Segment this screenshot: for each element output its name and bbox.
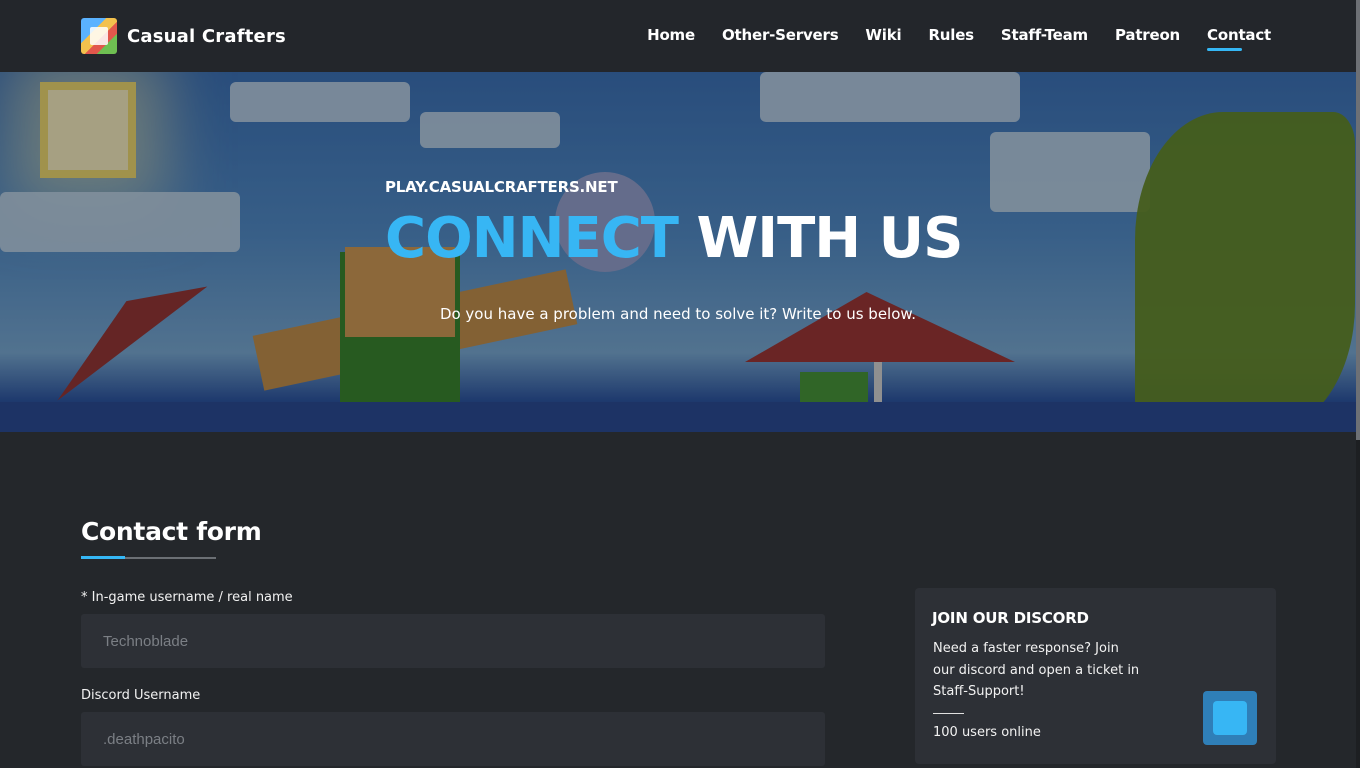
page-scrollbar[interactable] — [1356, 0, 1360, 768]
nav-other-servers[interactable]: Other-Servers — [722, 26, 839, 44]
main-nav: Home Other-Servers Wiki Rules Staff-Team… — [647, 26, 1271, 51]
nav-rules[interactable]: Rules — [928, 26, 974, 44]
discord-text: Need a faster response? Join our discord… — [933, 641, 1140, 699]
hero-title-rest: WITH US — [696, 206, 964, 271]
hero-title-accent: CONNECT — [385, 206, 679, 271]
hero-kicker: PLAY.CASUALCRAFTERS.NET — [385, 178, 618, 196]
nav-wiki[interactable]: Wiki — [865, 26, 901, 44]
brand[interactable]: Casual Crafters — [81, 18, 286, 54]
nav-patreon[interactable]: Patreon — [1115, 26, 1180, 44]
chat-widget-button[interactable] — [1203, 691, 1257, 745]
hero-subtitle: Do you have a problem and need to solve … — [439, 305, 917, 323]
contact-form-title: Contact form — [81, 517, 262, 546]
logo-icon[interactable] — [81, 18, 117, 54]
nav-contact[interactable]: Contact — [1207, 26, 1271, 51]
nav-staff-team[interactable]: Staff-Team — [1001, 26, 1088, 44]
discord-username-input[interactable] — [81, 712, 825, 766]
discord-title: JOIN OUR DISCORD — [932, 609, 1089, 627]
username-label: * In-game username / real name — [81, 590, 293, 605]
nav-home[interactable]: Home — [647, 26, 695, 44]
discord-username-label: Discord Username — [81, 688, 201, 703]
site-header: Casual Crafters Home Other-Servers Wiki … — [0, 0, 1356, 72]
chat-icon — [1213, 701, 1247, 735]
discord-divider — [933, 713, 964, 714]
brand-name[interactable]: Casual Crafters — [127, 26, 286, 47]
scrollbar-thumb[interactable] — [1356, 0, 1360, 440]
discord-online-count: 100 users online — [933, 725, 1041, 740]
hero-banner: PLAY.CASUALCRAFTERS.NET CONNECT WITH US … — [0, 72, 1356, 432]
hero-text: PLAY.CASUALCRAFTERS.NET CONNECT WITH US — [385, 178, 964, 271]
title-underline — [81, 556, 216, 559]
hero-title: CONNECT WITH US — [385, 206, 964, 271]
username-input[interactable] — [81, 614, 825, 668]
